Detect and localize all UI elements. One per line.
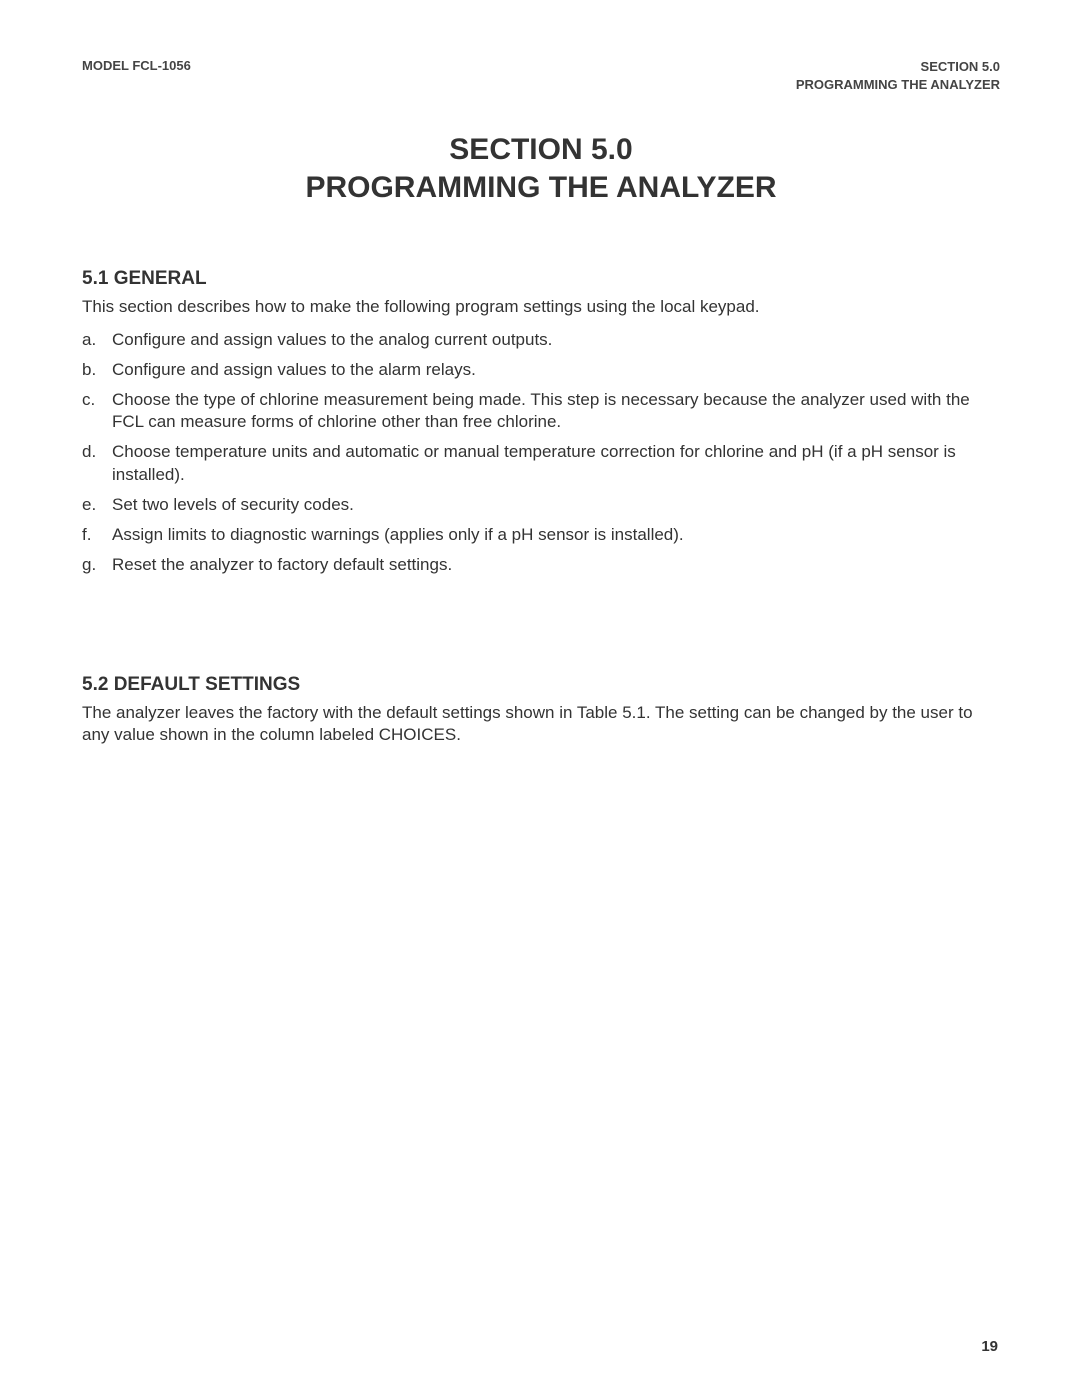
list-item: f. Assign limits to diagnostic warnings … [82, 524, 1000, 546]
page-number: 19 [981, 1338, 998, 1355]
subsection-5-1-intro: This section describes how to make the f… [82, 296, 1000, 319]
list-marker: a. [82, 329, 112, 351]
list-text: Choose temperature units and automatic o… [112, 441, 1000, 485]
list-text: Configure and assign values to the alarm… [112, 359, 1000, 381]
list-text: Choose the type of chlorine measurement … [112, 389, 1000, 433]
subsection-5-1-list: a. Configure and assign values to the an… [82, 329, 1000, 576]
subsection-5-2-heading: 5.2 DEFAULT SETTINGS [82, 674, 1000, 696]
list-text: Assign limits to diagnostic warnings (ap… [112, 524, 1000, 546]
list-item: d. Choose temperature units and automati… [82, 441, 1000, 485]
list-marker: g. [82, 554, 112, 576]
list-marker: c. [82, 389, 112, 433]
list-text: Reset the analyzer to factory default se… [112, 554, 1000, 576]
list-item: a. Configure and assign values to the an… [82, 329, 1000, 351]
list-marker: d. [82, 441, 112, 485]
list-item: b. Configure and assign values to the al… [82, 359, 1000, 381]
header-section-line1: SECTION 5.0 [796, 58, 1000, 76]
header-model: MODEL FCL-1056 [82, 58, 191, 73]
section-5-2: 5.2 DEFAULT SETTINGS The analyzer leaves… [82, 674, 1000, 746]
list-item: c. Choose the type of chlorine measureme… [82, 389, 1000, 433]
document-page: MODEL FCL-1056 SECTION 5.0 PROGRAMMING T… [0, 0, 1080, 786]
list-text: Configure and assign values to the analo… [112, 329, 1000, 351]
list-marker: f. [82, 524, 112, 546]
section-5-1: 5.1 GENERAL This section describes how t… [82, 268, 1000, 576]
header-section-line2: PROGRAMMING THE ANALYZER [796, 76, 1000, 94]
header-section: SECTION 5.0 PROGRAMMING THE ANALYZER [796, 58, 1000, 93]
subsection-5-2-body: The analyzer leaves the factory with the… [82, 702, 1000, 746]
list-item: e. Set two levels of security codes. [82, 494, 1000, 516]
list-marker: e. [82, 494, 112, 516]
section-title: SECTION 5.0 PROGRAMMING THE ANALYZER [82, 131, 1000, 206]
list-text: Set two levels of security codes. [112, 494, 1000, 516]
list-marker: b. [82, 359, 112, 381]
list-item: g. Reset the analyzer to factory default… [82, 554, 1000, 576]
section-title-line1: SECTION 5.0 [82, 131, 1000, 169]
page-header: MODEL FCL-1056 SECTION 5.0 PROGRAMMING T… [82, 58, 1000, 93]
section-title-line2: PROGRAMMING THE ANALYZER [82, 169, 1000, 207]
subsection-5-1-heading: 5.1 GENERAL [82, 268, 1000, 290]
